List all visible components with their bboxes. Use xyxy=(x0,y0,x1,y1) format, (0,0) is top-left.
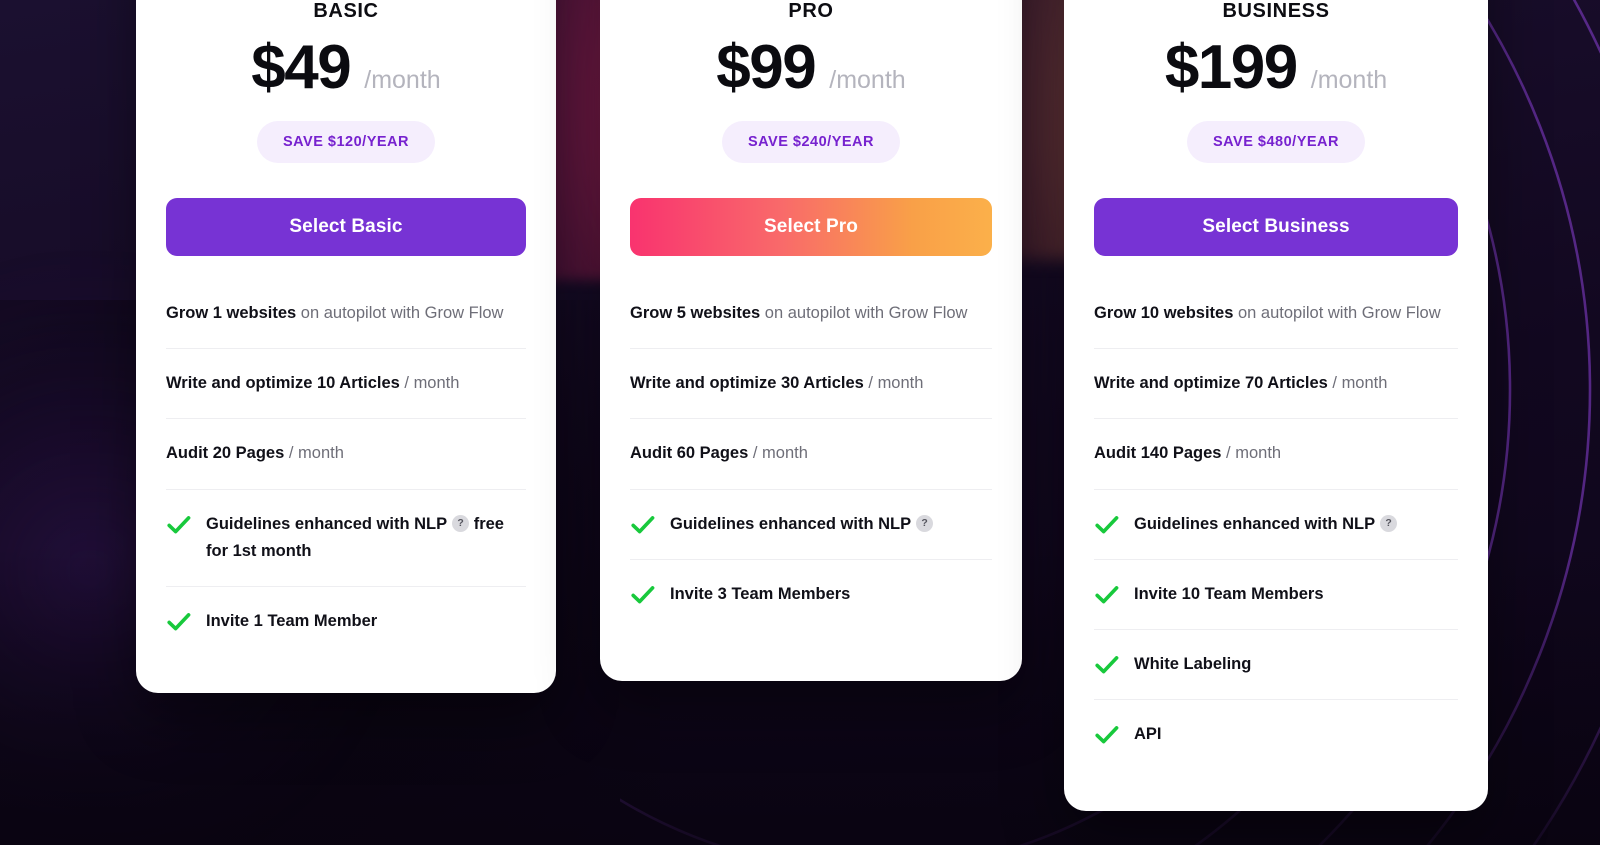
save-badge-wrap-business: SAVE $480/YEAR xyxy=(1094,121,1458,163)
save-badge-pro: SAVE $240/YEAR xyxy=(721,121,900,163)
feature-row: Invite 10 Team Members xyxy=(1094,558,1458,629)
pricing-card-business: BUSINESS $199 /month SAVE $480/YEAR Sele… xyxy=(1064,0,1488,811)
save-badge-basic: SAVE $120/YEAR xyxy=(256,121,435,163)
feature-row: Guidelines enhanced with NLP? free for 1… xyxy=(166,488,526,586)
feature-text-muted: on autopilot with Grow Flow xyxy=(1233,304,1441,322)
feature-text-strong: Write and optimize 70 Articles xyxy=(1094,374,1328,393)
feature-text-muted: / month xyxy=(399,374,460,393)
feature-row: Guidelines enhanced with NLP? xyxy=(1094,488,1458,559)
feature-list-business: Grow 10 websites on autopilot with Grow … xyxy=(1094,300,1458,770)
feature-row: Audit 20 Pages / month xyxy=(166,418,526,488)
check-icon xyxy=(1094,512,1120,538)
feature-row: Grow 1 websites on autopilot with Grow F… xyxy=(166,300,526,348)
feature-text-muted: / month xyxy=(748,444,808,463)
feature-text-strong: Write and optimize 10 Articles xyxy=(166,374,400,393)
feature-text: Audit 60 Pages / month xyxy=(630,440,808,467)
price-row-business: $199 /month xyxy=(1094,37,1458,99)
feature-text-muted: / month xyxy=(284,444,344,463)
help-tooltip-icon[interactable]: ? xyxy=(452,514,470,532)
save-badge-wrap-pro: SAVE $240/YEAR xyxy=(630,121,992,163)
check-icon xyxy=(1094,722,1120,748)
feature-row: Write and optimize 10 Articles / month xyxy=(166,348,526,418)
feature-text-strong: Guidelines enhanced with NLP xyxy=(670,514,912,533)
feature-text: Write and optimize 70 Articles / month xyxy=(1094,370,1387,397)
help-tooltip-icon[interactable]: ? xyxy=(1380,514,1398,532)
check-icon xyxy=(630,582,656,608)
feature-row: White Labeling xyxy=(1094,629,1458,699)
feature-text-strong: Audit 140 Pages xyxy=(1094,444,1222,463)
feature-text-strong: Invite 3 Team Members xyxy=(670,584,851,603)
price-period-basic: /month xyxy=(364,66,441,94)
plan-name-basic: BASIC xyxy=(313,0,379,22)
feature-row: Write and optimize 70 Articles / month xyxy=(1094,348,1458,418)
feature-text: Grow 5 websites on autopilot with Grow F… xyxy=(630,300,967,327)
feature-row: Audit 60 Pages / month xyxy=(630,418,992,488)
save-badge-wrap-basic: SAVE $120/YEAR xyxy=(166,121,526,163)
feature-text-muted: on autopilot with Grow Flow xyxy=(760,304,968,322)
check-icon xyxy=(166,512,192,538)
feature-text-strong: Grow 1 websites xyxy=(166,304,297,322)
feature-text: White Labeling xyxy=(1134,651,1251,678)
feature-text: Audit 140 Pages / month xyxy=(1094,440,1281,467)
feature-text: Invite 1 Team Member xyxy=(206,608,377,635)
feature-row: Audit 140 Pages / month xyxy=(1094,418,1458,488)
pricing-card-pro: PRO $99 /month SAVE $240/YEAR Select Pro… xyxy=(600,0,1022,681)
feature-row: Grow 5 websites on autopilot with Grow F… xyxy=(630,300,992,348)
price-amount-pro: $99 xyxy=(716,33,816,102)
feature-text-strong: Audit 20 Pages xyxy=(166,444,285,463)
help-tooltip-icon[interactable]: ? xyxy=(916,514,934,532)
feature-text: Write and optimize 10 Articles / month xyxy=(166,370,459,397)
feature-text: Grow 10 websites on autopilot with Grow … xyxy=(1094,300,1441,327)
price-row-basic: $49 /month xyxy=(166,37,526,99)
feature-text: API xyxy=(1134,721,1162,748)
feature-row: API xyxy=(1094,699,1458,769)
feature-text: Invite 10 Team Members xyxy=(1134,581,1324,608)
save-badge-business: SAVE $480/YEAR xyxy=(1186,121,1365,163)
price-period-business: /month xyxy=(1310,66,1388,94)
feature-text-strong: Guidelines enhanced with NLP xyxy=(206,514,448,533)
check-icon xyxy=(630,512,656,538)
price-amount-basic: $49 xyxy=(251,33,351,102)
select-business-button[interactable]: Select Business xyxy=(1094,198,1458,256)
price-amount-business: $199 xyxy=(1164,33,1298,102)
feature-text-strong: Grow 10 websites xyxy=(1094,304,1234,322)
feature-text-muted: on autopilot with Grow Flow xyxy=(296,304,504,322)
feature-text-muted: / month xyxy=(1327,374,1388,393)
check-icon xyxy=(166,609,192,635)
feature-text-muted: / month xyxy=(1221,444,1282,463)
plan-name-business: BUSINESS xyxy=(1222,0,1330,22)
feature-text: Guidelines enhanced with NLP? xyxy=(1134,511,1398,538)
feature-row: Guidelines enhanced with NLP? xyxy=(630,488,992,559)
feature-text-strong: Invite 10 Team Members xyxy=(1134,584,1324,603)
feature-text: Guidelines enhanced with NLP? free for 1… xyxy=(206,511,526,565)
check-icon xyxy=(1094,652,1120,678)
feature-row: Write and optimize 30 Articles / month xyxy=(630,348,992,418)
feature-row: Invite 1 Team Member xyxy=(166,586,526,656)
price-row-pro: $99 /month xyxy=(630,37,992,99)
feature-text: Invite 3 Team Members xyxy=(670,581,850,608)
feature-text-muted: / month xyxy=(863,374,924,393)
feature-row: Invite 3 Team Members xyxy=(630,558,992,629)
pricing-card-basic: BASIC $49 /month SAVE $120/YEAR Select B… xyxy=(136,0,556,693)
feature-text: Guidelines enhanced with NLP? xyxy=(670,511,934,538)
feature-text-strong: Grow 5 websites xyxy=(630,304,761,322)
feature-text: Grow 1 websites on autopilot with Grow F… xyxy=(166,300,503,327)
feature-text-strong: API xyxy=(1134,725,1162,744)
feature-text-strong: Audit 60 Pages xyxy=(630,444,749,463)
plan-name-pro: PRO xyxy=(788,0,834,22)
feature-text: Write and optimize 30 Articles / month xyxy=(630,370,923,397)
feature-text-strong: Invite 1 Team Member xyxy=(206,612,378,631)
feature-text-strong: Write and optimize 30 Articles xyxy=(630,374,864,393)
select-pro-button[interactable]: Select Pro xyxy=(630,198,992,256)
feature-text-strong: White Labeling xyxy=(1134,655,1252,674)
feature-list-pro: Grow 5 websites on autopilot with Grow F… xyxy=(630,300,992,629)
feature-text: Audit 20 Pages / month xyxy=(166,440,344,467)
pricing-cards-container: BASIC $49 /month SAVE $120/YEAR Select B… xyxy=(0,0,1600,845)
feature-row: Grow 10 websites on autopilot with Grow … xyxy=(1094,300,1458,348)
feature-text-strong: Guidelines enhanced with NLP xyxy=(1134,514,1376,533)
check-icon xyxy=(1094,582,1120,608)
price-period-pro: /month xyxy=(829,66,906,94)
select-basic-button[interactable]: Select Basic xyxy=(166,198,526,256)
feature-list-basic: Grow 1 websites on autopilot with Grow F… xyxy=(166,300,526,656)
